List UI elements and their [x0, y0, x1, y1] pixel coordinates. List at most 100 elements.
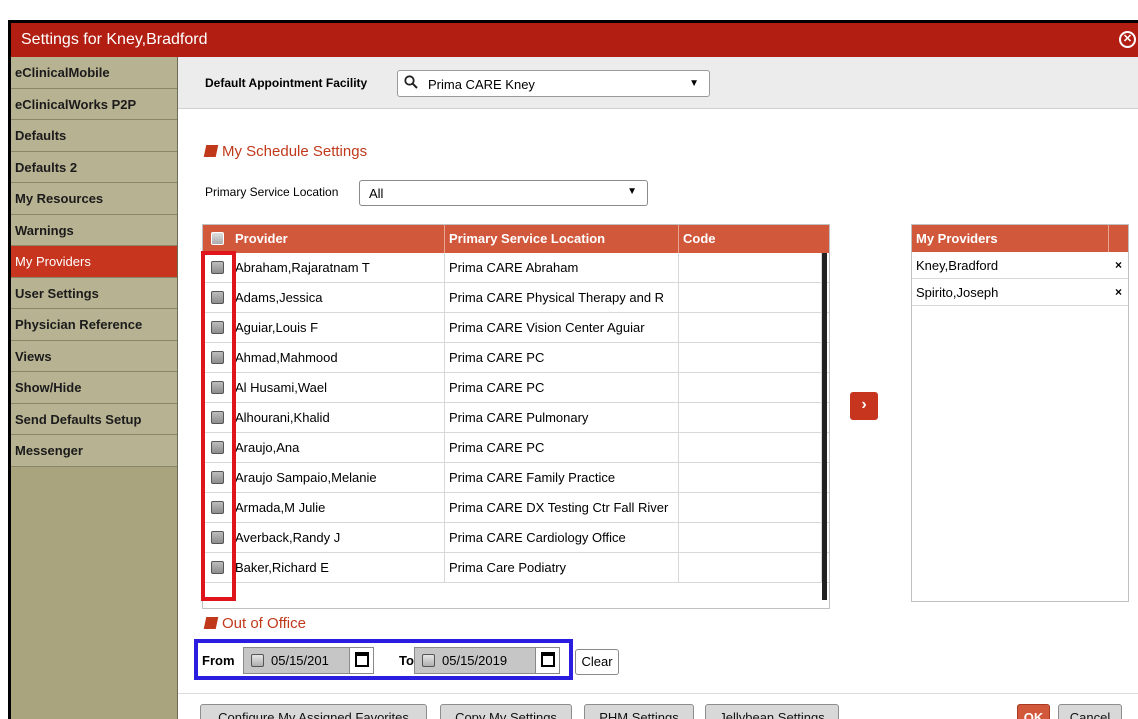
from-label: From — [202, 653, 235, 668]
psl-select[interactable]: All ▼ — [359, 180, 648, 206]
provider-code — [679, 493, 822, 523]
title-bar: Settings for Kney,Bradford ✕ — [11, 23, 1138, 57]
providers-table: Provider Primary Service Location Code A… — [202, 224, 830, 609]
sidebar-item-defaults-2[interactable]: Defaults 2 — [11, 151, 177, 183]
column-header-code[interactable]: Code — [679, 225, 822, 253]
table-row[interactable]: Armada,M Julie Prima CARE DX Testing Ctr … — [203, 493, 829, 523]
facility-select[interactable]: Prima CARE Kney ▼ — [397, 70, 710, 97]
sidebar: eClinicalMobile eClinicalWorks P2P Defau… — [11, 57, 178, 719]
phm-settings-button[interactable]: PHM Settings — [584, 704, 694, 719]
provider-name: Araujo,Ana — [231, 433, 445, 463]
ooo-title-text: Out of Office — [222, 615, 306, 632]
provider-name: Al Husami,Wael — [231, 373, 445, 403]
sidebar-item-send-defaults-setup[interactable]: Send Defaults Setup — [11, 403, 177, 435]
table-row[interactable]: Araujo,Ana Prima CARE PC — [203, 433, 829, 463]
provider-code — [679, 553, 822, 583]
sidebar-item-eclinicalworks-p2p[interactable]: eClinicalWorks P2P — [11, 88, 177, 120]
table-row[interactable]: Alhourani,Khalid Prima CARE Pulmonary — [203, 403, 829, 433]
table-row[interactable]: Aguiar,Louis F Prima CARE Vision Center A… — [203, 313, 829, 343]
provider-code — [679, 523, 822, 553]
from-date-checkbox[interactable] — [251, 654, 264, 667]
to-date-value[interactable]: 05/15/2019 — [442, 653, 507, 668]
column-header-provider[interactable]: Provider — [231, 225, 445, 253]
scrollbar[interactable] — [822, 253, 827, 600]
sidebar-item-defaults[interactable]: Defaults — [11, 120, 177, 152]
provider-code — [679, 433, 822, 463]
provider-location: Prima CARE Physical Therapy and R — [445, 283, 679, 313]
my-providers-title: My Providers — [916, 231, 998, 246]
schedule-title-text: My Schedule Settings — [222, 143, 368, 160]
to-date-field[interactable]: 05/15/2019 — [414, 647, 560, 674]
provider-location: Prima CARE Cardiology Office — [445, 523, 679, 553]
checkbox-column-highlight — [201, 251, 236, 601]
add-provider-button[interactable]: › — [850, 392, 878, 420]
table-row[interactable]: Al Husami,Wael Prima CARE PC — [203, 373, 829, 403]
providers-table-header: Provider Primary Service Location Code — [203, 225, 829, 253]
table-row[interactable]: Averback,Randy J Prima CARE Cardiology Of… — [203, 523, 829, 553]
provider-location: Prima CARE PC — [445, 373, 679, 403]
provider-code — [679, 403, 822, 433]
table-row[interactable]: Araujo Sampaio,Melanie Prima CARE Family … — [203, 463, 829, 493]
sidebar-item-messenger[interactable]: Messenger — [11, 435, 177, 467]
close-icon[interactable]: ✕ — [1119, 31, 1136, 48]
section-marker-icon — [203, 617, 219, 629]
table-row[interactable]: Baker,Richard E Prima Care Podiatry — [203, 553, 829, 583]
sidebar-item-warnings[interactable]: Warnings — [11, 214, 177, 246]
my-provider-row[interactable]: Spirito,Joseph × — [912, 279, 1128, 306]
provider-location: Prima CARE Family Practice — [445, 463, 679, 493]
to-label: To — [399, 653, 414, 668]
provider-location: Prima Care Podiatry — [445, 553, 679, 583]
facility-bar: Default Appointment Facility Prima CARE … — [178, 57, 1138, 109]
table-row[interactable]: Ahmad,Mahmood Prima CARE PC — [203, 343, 829, 373]
provider-location: Prima CARE PC — [445, 343, 679, 373]
chevron-down-icon: ▼ — [689, 78, 699, 89]
select-all-checkbox[interactable] — [211, 232, 224, 245]
header-divider — [1108, 225, 1109, 252]
provider-code — [679, 343, 822, 373]
calendar-icon[interactable] — [535, 648, 559, 673]
jellybean-settings-button[interactable]: Jellybean Settings — [705, 704, 839, 719]
my-provider-name: Kney,Bradford — [916, 258, 999, 273]
remove-icon[interactable]: × — [1115, 252, 1122, 279]
sidebar-item-views[interactable]: Views — [11, 340, 177, 372]
settings-window: Settings for Kney,Bradford ✕ eClinicalMo… — [8, 20, 1138, 719]
provider-name: Adams,Jessica — [231, 283, 445, 313]
from-date-field[interactable]: 05/15/201 — [243, 647, 374, 674]
cancel-button[interactable]: Cancel — [1058, 704, 1122, 719]
my-provider-row[interactable]: Kney,Bradford × — [912, 252, 1128, 279]
provider-location: Prima CARE Pulmonary — [445, 403, 679, 433]
facility-label: Default Appointment Facility — [205, 76, 368, 90]
from-date-value[interactable]: 05/15/201 — [271, 653, 329, 668]
provider-name: Aguiar,Louis F — [231, 313, 445, 343]
table-row[interactable]: Abraham,Rajaratnam T Prima CARE Abraham — [203, 253, 829, 283]
facility-value: Prima CARE Kney — [428, 77, 535, 92]
ooo-section-title: Out of Office — [203, 615, 306, 632]
to-date-checkbox[interactable] — [422, 654, 435, 667]
provider-location: Prima CARE Vision Center Aguiar — [445, 313, 679, 343]
my-providers-table: My Providers Kney,Bradford × Spirito,Jos… — [911, 224, 1129, 602]
sidebar-item-my-resources[interactable]: My Resources — [11, 183, 177, 215]
table-row[interactable]: Adams,Jessica Prima CARE Physical Therapy… — [203, 283, 829, 313]
chevron-down-icon: ▼ — [627, 186, 637, 197]
copy-settings-button[interactable]: Copy My Settings — [440, 704, 572, 719]
provider-code — [679, 313, 822, 343]
remove-icon[interactable]: × — [1115, 279, 1122, 306]
column-header-location[interactable]: Primary Service Location — [445, 225, 679, 253]
sidebar-item-physician-reference[interactable]: Physician Reference — [11, 309, 177, 341]
sidebar-item-eclinicalmobile[interactable]: eClinicalMobile — [11, 57, 177, 89]
my-providers-header: My Providers — [912, 225, 1128, 252]
psl-value: All — [369, 186, 384, 201]
sidebar-item-user-settings[interactable]: User Settings — [11, 277, 177, 309]
configure-favorites-button[interactable]: Configure My Assigned Favorites — [200, 704, 427, 719]
sidebar-item-my-providers[interactable]: My Providers — [11, 246, 177, 278]
provider-name: Abraham,Rajaratnam T — [231, 253, 445, 283]
clear-button[interactable]: Clear — [575, 649, 619, 675]
provider-name: Araujo Sampaio,Melanie — [231, 463, 445, 493]
provider-code — [679, 463, 822, 493]
ok-button[interactable]: OK — [1017, 704, 1050, 719]
schedule-section-title: My Schedule Settings — [203, 143, 368, 160]
calendar-icon[interactable] — [349, 648, 373, 673]
sidebar-item-show-hide[interactable]: Show/Hide — [11, 372, 177, 404]
provider-code — [679, 373, 822, 403]
window-title: Settings for Kney,Bradford — [21, 31, 208, 48]
